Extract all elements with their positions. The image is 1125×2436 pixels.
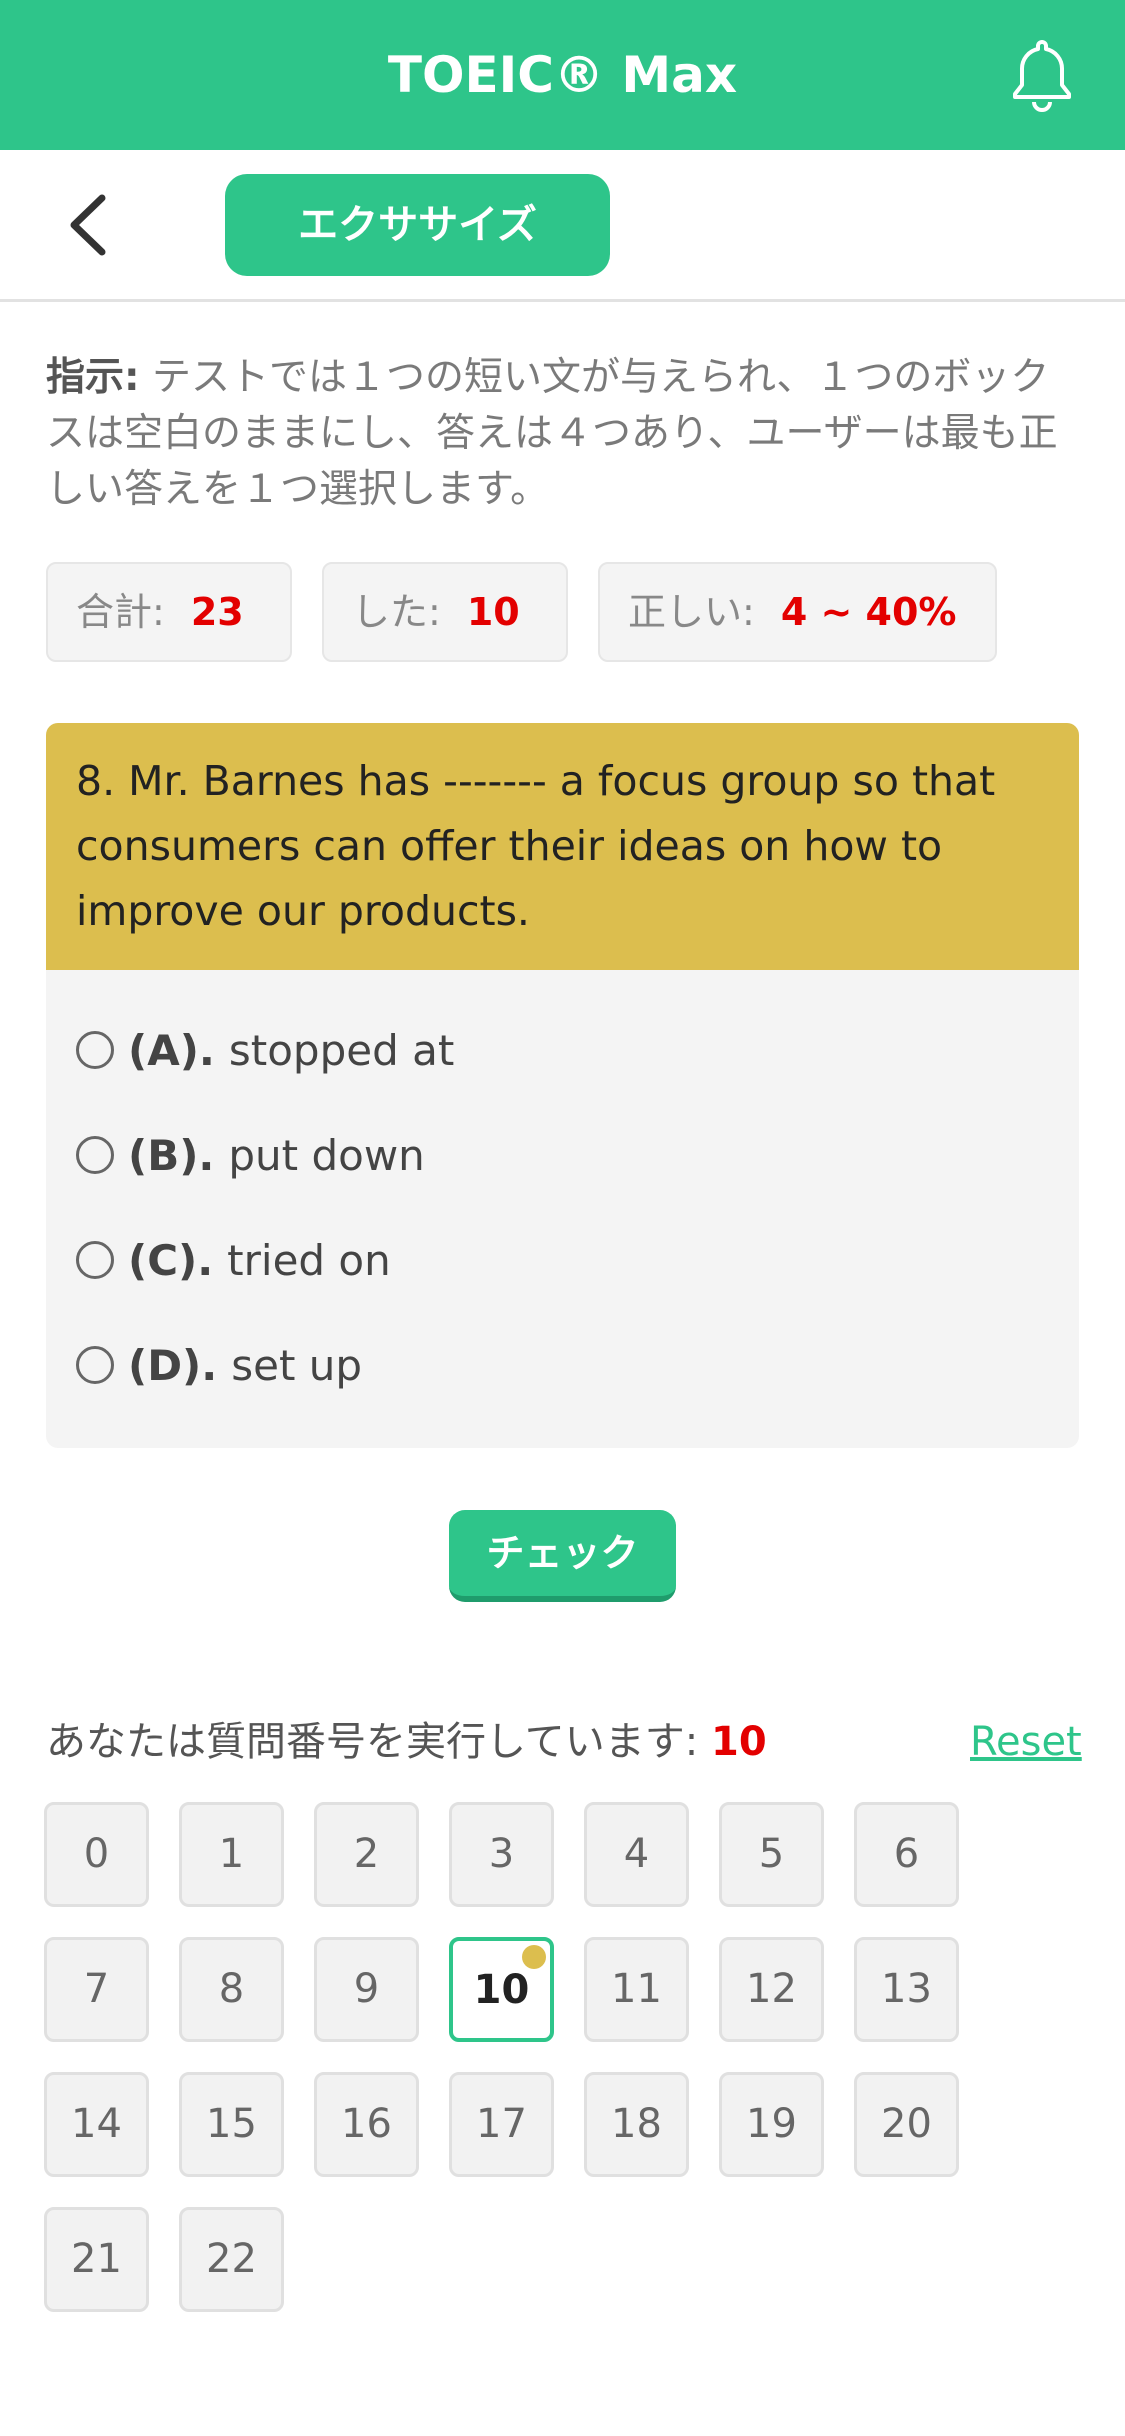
question-number-label: 4 — [623, 1831, 650, 1877]
total-value: 23 — [190, 590, 244, 634]
question-number-label: 20 — [881, 2101, 932, 2147]
total-label: 合計: — [76, 590, 165, 634]
question-number-label: 7 — [83, 1966, 110, 2012]
question-number-label: 22 — [206, 2236, 257, 2282]
question-number-label: 9 — [353, 1966, 380, 2012]
instruction-text: 指示: テストでは１つの短い文が与えられ、１つのボックスは空白のままにし、答えは… — [46, 350, 1086, 518]
radio-icon[interactable] — [76, 1135, 114, 1174]
correct-stat: 正しい: 4 ~ 40% — [598, 562, 997, 662]
question-number-15[interactable]: 15 — [179, 2072, 284, 2177]
question-number-label: 10 — [473, 1967, 530, 2013]
question-number-label: 6 — [893, 1831, 920, 1877]
question-number-label: 3 — [488, 1831, 515, 1877]
exercise-tab-button[interactable]: エクササイズ — [225, 174, 610, 276]
question-number-label: 17 — [476, 2101, 527, 2147]
done-stat: した: 10 — [322, 562, 568, 662]
question-number-label: 1 — [218, 1831, 245, 1877]
question-number-label: 11 — [611, 1966, 662, 2012]
question-number-17[interactable]: 17 — [449, 2072, 554, 2177]
question-number-0[interactable]: 0 — [44, 1802, 149, 1907]
option-key: (D). — [128, 1341, 218, 1390]
progress-label: あなたは質問番号を実行しています: — [46, 1719, 699, 1765]
question-number-9[interactable]: 9 — [314, 1937, 419, 2042]
option-b[interactable]: (B). put down — [76, 1121, 425, 1191]
done-label: した: — [352, 590, 441, 634]
option-key: (A). — [128, 1026, 215, 1075]
total-stat: 合計: 23 — [46, 562, 292, 662]
question-number-label: 19 — [746, 2101, 797, 2147]
question-number-19[interactable]: 19 — [719, 2072, 824, 2177]
question-number-label: 18 — [611, 2101, 662, 2147]
question-number-5[interactable]: 5 — [719, 1802, 824, 1907]
question-number-7[interactable]: 7 — [44, 1937, 149, 2042]
question-card: 8. Mr. Barnes has ------- a focus group … — [46, 723, 1079, 1448]
bell-icon[interactable] — [1010, 38, 1074, 112]
option-a[interactable]: (A). stopped at — [76, 1016, 454, 1086]
question-number-12[interactable]: 12 — [719, 1937, 824, 2042]
question-number-6[interactable]: 6 — [854, 1802, 959, 1907]
question-number-14[interactable]: 14 — [44, 2072, 149, 2177]
progress-text: あなたは質問番号を実行しています: 10 — [46, 1712, 767, 1772]
question-number-label: 16 — [341, 2101, 392, 2147]
option-text: set up — [231, 1341, 363, 1390]
question-number-label: 2 — [353, 1831, 380, 1877]
current-marker-dot — [522, 1945, 546, 1969]
sub-header: エクササイズ — [0, 150, 1125, 302]
question-number-8[interactable]: 8 — [179, 1937, 284, 2042]
question-number-label: 15 — [206, 2101, 257, 2147]
option-text: stopped at — [228, 1026, 455, 1075]
question-number-label: 21 — [71, 2236, 122, 2282]
instruction-body: テストでは１つの短い文が与えられ、１つのボックスは空白のままにし、答えは４つあり… — [46, 355, 1058, 512]
option-c[interactable]: (C). tried on — [76, 1226, 391, 1296]
current-question: 10 — [711, 1719, 767, 1765]
radio-icon[interactable] — [76, 1240, 114, 1279]
option-text: tried on — [227, 1236, 391, 1285]
question-number-16[interactable]: 16 — [314, 2072, 419, 2177]
question-text: 8. Mr. Barnes has ------- a focus group … — [46, 723, 1079, 970]
instruction-label: 指示: — [46, 355, 140, 400]
question-number-22[interactable]: 22 — [179, 2207, 284, 2312]
done-value: 10 — [466, 590, 520, 634]
question-number-3[interactable]: 3 — [449, 1802, 554, 1907]
question-number-label: 13 — [881, 1966, 932, 2012]
chevron-left-icon[interactable] — [62, 190, 112, 260]
question-number-label: 8 — [218, 1966, 245, 2012]
question-number-13[interactable]: 13 — [854, 1937, 959, 2042]
radio-icon[interactable] — [76, 1030, 114, 1069]
option-text: put down — [228, 1131, 425, 1180]
question-number-grid: 0 1 2 3 4 5 6 7 8 9 10 11 12 13 14 15 16 17 18 19 20 21 22 — [44, 1802, 1044, 2322]
question-number-11[interactable]: 11 — [584, 1937, 689, 2042]
reset-link[interactable]: Reset — [970, 1712, 1082, 1772]
option-key: (C). — [128, 1236, 214, 1285]
option-d[interactable]: (D). set up — [76, 1331, 362, 1401]
question-number-20[interactable]: 20 — [854, 2072, 959, 2177]
question-number-10[interactable]: 10 — [449, 1937, 554, 2042]
correct-label: 正しい: — [628, 590, 755, 634]
question-number-21[interactable]: 21 — [44, 2207, 149, 2312]
check-button[interactable]: チェック — [449, 1510, 676, 1602]
question-number-label: 12 — [746, 1966, 797, 2012]
question-number-4[interactable]: 4 — [584, 1802, 689, 1907]
question-number-label: 14 — [71, 2101, 122, 2147]
question-number-label: 5 — [758, 1831, 785, 1877]
correct-value: 4 ~ 40% — [780, 590, 957, 634]
app-bar: TOEIC® Max — [0, 0, 1125, 150]
question-number-1[interactable]: 1 — [179, 1802, 284, 1907]
question-number-2[interactable]: 2 — [314, 1802, 419, 1907]
radio-icon[interactable] — [76, 1345, 114, 1384]
question-number-label: 0 — [83, 1831, 110, 1877]
option-key: (B). — [128, 1131, 215, 1180]
app-title: TOEIC® Max — [387, 46, 738, 104]
question-number-18[interactable]: 18 — [584, 2072, 689, 2177]
